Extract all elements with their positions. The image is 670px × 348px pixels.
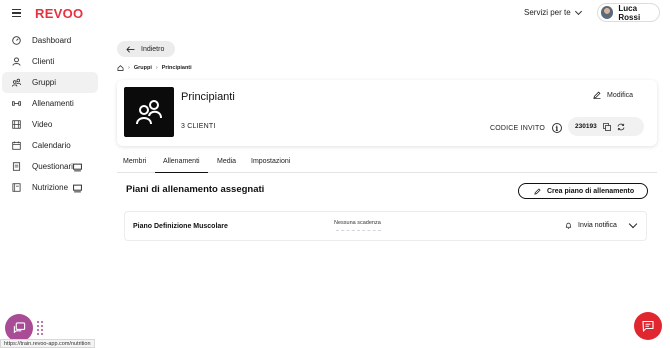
sidebar-item-allenamenti[interactable]: Allenamenti	[2, 93, 98, 114]
avatar	[601, 6, 614, 19]
sidebar-item-label: Video	[32, 120, 53, 129]
back-button[interactable]: Indietro	[117, 41, 175, 57]
top-bar: REVOO Servizi per te Luca Rossi	[0, 0, 670, 26]
plan-name: Piano Definizione Muscolare	[133, 223, 228, 230]
group-header-card: Principianti 3 CLIENTI Modifica CODICE I…	[117, 80, 657, 146]
sidebar-item-calendario[interactable]: Calendario	[2, 135, 98, 156]
services-label: Servizi per te	[524, 8, 571, 17]
group-title: Principianti	[181, 91, 235, 103]
breadcrumb-separator: ›	[155, 65, 158, 71]
send-notification-label: Invia notifica	[578, 222, 617, 229]
breadcrumb-separator: ›	[128, 65, 130, 71]
sidebar-item-nutrizione[interactable]: Nutrizione	[2, 177, 98, 198]
tab-media[interactable]: Media	[217, 158, 236, 173]
create-plan-button[interactable]: Crea piano di allenamento	[518, 183, 648, 199]
cast-icon	[73, 184, 82, 193]
sidebar-item-label: Clienti	[32, 57, 55, 66]
chevron-down-icon	[574, 7, 582, 15]
group-icon	[12, 78, 21, 87]
edit-button[interactable]: Modifica	[593, 91, 633, 99]
sidebar-item-label: Calendario	[32, 141, 71, 150]
sidebar-item-label: Allenamenti	[32, 99, 74, 108]
group-image	[124, 87, 174, 137]
sidebar-item-video[interactable]: Video	[2, 114, 98, 135]
breadcrumb-current: Principianti	[161, 65, 192, 71]
invite-code-value: 230193	[575, 123, 597, 130]
drag-handle-icon[interactable]	[37, 321, 43, 336]
calendar-icon	[12, 141, 21, 150]
back-button-label: Indietro	[141, 45, 165, 53]
arrow-left-icon	[126, 45, 135, 53]
sidebar-item-dashboard[interactable]: Dashboard	[2, 30, 98, 51]
dashboard-icon	[12, 36, 21, 45]
film-icon	[12, 120, 21, 129]
group-tabs: Membri Allenamenti Media Impostazioni	[117, 155, 657, 173]
hamburger-menu-icon[interactable]	[12, 9, 21, 17]
sidebar-item-gruppi[interactable]: Gruppi	[2, 72, 98, 93]
chevron-down-icon[interactable]	[628, 219, 638, 229]
invite-code-label: CODICE INVITO i	[490, 123, 562, 133]
bell-icon	[565, 222, 572, 229]
sidebar-item-label: Nutrizione	[32, 183, 69, 192]
book-icon	[12, 183, 21, 192]
sidebar-item-clienti[interactable]: Clienti	[2, 51, 98, 72]
edit-label: Modifica	[607, 91, 634, 99]
pencil-icon	[593, 91, 601, 99]
user-icon	[12, 57, 21, 66]
status-bar-url: https://train.revoo-app.com/nutrition	[0, 339, 95, 348]
send-notification-button[interactable]: Invia notifica	[565, 222, 617, 229]
sidebar-item-questionari[interactable]: Questionari	[2, 156, 98, 177]
copy-icon[interactable]	[602, 122, 611, 131]
sidebar-item-label: Questionari	[32, 162, 73, 171]
breadcrumb: › Gruppi › Principianti	[117, 65, 192, 71]
sidebar-item-label: Gruppi	[32, 78, 57, 87]
cast-icon	[73, 163, 82, 172]
home-icon[interactable]	[117, 65, 124, 71]
messages-button[interactable]	[634, 312, 662, 340]
sidebar: Dashboard Clienti Gruppi Allenamenti Vid…	[0, 30, 100, 198]
breadcrumb-link-gruppi[interactable]: Gruppi	[134, 65, 152, 71]
list-item[interactable]: Piano Definizione Muscolare Nessuna scad…	[124, 211, 647, 241]
support-chat-button[interactable]	[5, 314, 33, 342]
services-dropdown[interactable]: Servizi per te	[524, 7, 582, 17]
invite-code-text: CODICE INVITO	[490, 124, 545, 132]
chat-icon	[13, 321, 25, 333]
refresh-icon[interactable]	[617, 123, 625, 131]
section-title: Piani di allenamento assegnati	[126, 184, 265, 195]
user-menu-button[interactable]: Luca Rossi	[597, 3, 660, 22]
pencil-icon	[534, 187, 541, 195]
invite-code-box: 230193	[568, 117, 644, 136]
group-icon	[136, 100, 162, 125]
plan-deadline: Nessuna scadenza	[334, 220, 381, 226]
tab-membri[interactable]: Membri	[123, 158, 146, 173]
document-icon	[12, 162, 21, 171]
create-plan-label: Crea piano di allenamento	[547, 187, 635, 195]
tab-allenamenti[interactable]: Allenamenti	[155, 158, 208, 173]
app-logo[interactable]: REVOO	[35, 6, 83, 21]
deadline-divider	[336, 230, 381, 233]
clients-count: 3 CLIENTI	[181, 123, 216, 130]
user-name: Luca Rossi	[618, 3, 641, 22]
sidebar-item-label: Dashboard	[32, 36, 72, 45]
dumbbell-icon	[12, 101, 21, 106]
tab-impostazioni[interactable]: Impostazioni	[251, 158, 290, 173]
info-icon[interactable]: i	[551, 123, 562, 133]
message-icon	[642, 320, 654, 332]
